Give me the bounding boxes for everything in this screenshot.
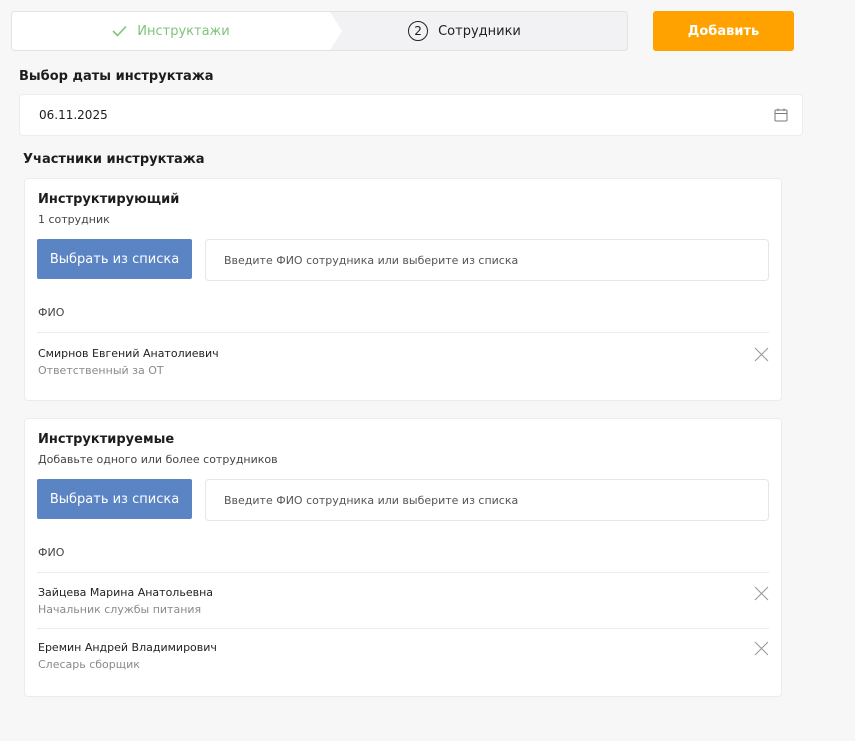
instructor-pick-button[interactable]: Выбрать из списка xyxy=(37,239,192,279)
instructor-count: 1 сотрудник xyxy=(38,213,110,226)
trainees-pick-button[interactable]: Выбрать из списка xyxy=(37,479,192,519)
check-icon xyxy=(112,25,127,37)
step-employees-label: Сотрудники xyxy=(438,23,521,39)
calendar-icon[interactable] xyxy=(774,108,788,122)
person-name: Смирнов Евгений Анатолиевич xyxy=(38,347,219,360)
person-role: Слесарь сборщик xyxy=(38,658,140,671)
divider xyxy=(37,332,769,333)
list-item: Еремин Андрей Владимирович Слесарь сборщ… xyxy=(38,641,769,671)
trainees-hint: Добавьте одного или более сотрудников xyxy=(38,453,278,466)
date-input[interactable]: 06.11.2025 xyxy=(19,94,803,136)
instructor-fio-header: ФИО xyxy=(38,306,65,319)
person-name: Еремин Андрей Владимирович xyxy=(38,641,217,654)
person-name: Зайцева Марина Анатольевна xyxy=(38,586,214,599)
step-instructions-label: Инструктажи xyxy=(137,23,230,39)
instructor-search-input[interactable] xyxy=(205,239,769,281)
person-role: Начальник службы питания xyxy=(38,603,202,616)
close-icon[interactable] xyxy=(754,641,769,656)
trainees-card: Инструктируемые Добавьте одного или боле… xyxy=(24,418,782,697)
trainees-search-input[interactable] xyxy=(205,479,769,521)
date-section-title: Выбор даты инструктажа xyxy=(19,69,214,84)
close-icon[interactable] xyxy=(754,586,769,601)
list-item: Смирнов Евгений Анатолиевич Ответственны… xyxy=(38,347,769,377)
close-icon[interactable] xyxy=(754,347,769,362)
add-button[interactable]: Добавить xyxy=(653,11,794,51)
trainees-title: Инструктируемые xyxy=(38,432,175,447)
divider xyxy=(37,628,769,629)
stepper: Инструктажи 2 Сотрудники xyxy=(11,11,628,51)
divider xyxy=(37,572,769,573)
step-instructions[interactable]: Инструктажи xyxy=(12,12,342,50)
list-item: Зайцева Марина Анатольевна Начальник слу… xyxy=(38,586,769,616)
person-role: Ответственный за ОТ xyxy=(38,364,164,377)
instructor-title: Инструктирующий xyxy=(38,192,180,207)
instructor-card: Инструктирующий 1 сотрудник Выбрать из с… xyxy=(24,178,782,401)
step-employees[interactable]: 2 Сотрудники xyxy=(342,12,627,50)
trainees-fio-header: ФИО xyxy=(38,546,65,559)
date-value: 06.11.2025 xyxy=(39,108,108,122)
step-number-badge: 2 xyxy=(408,21,429,41)
participants-title: Участники инструктажа xyxy=(23,152,205,167)
